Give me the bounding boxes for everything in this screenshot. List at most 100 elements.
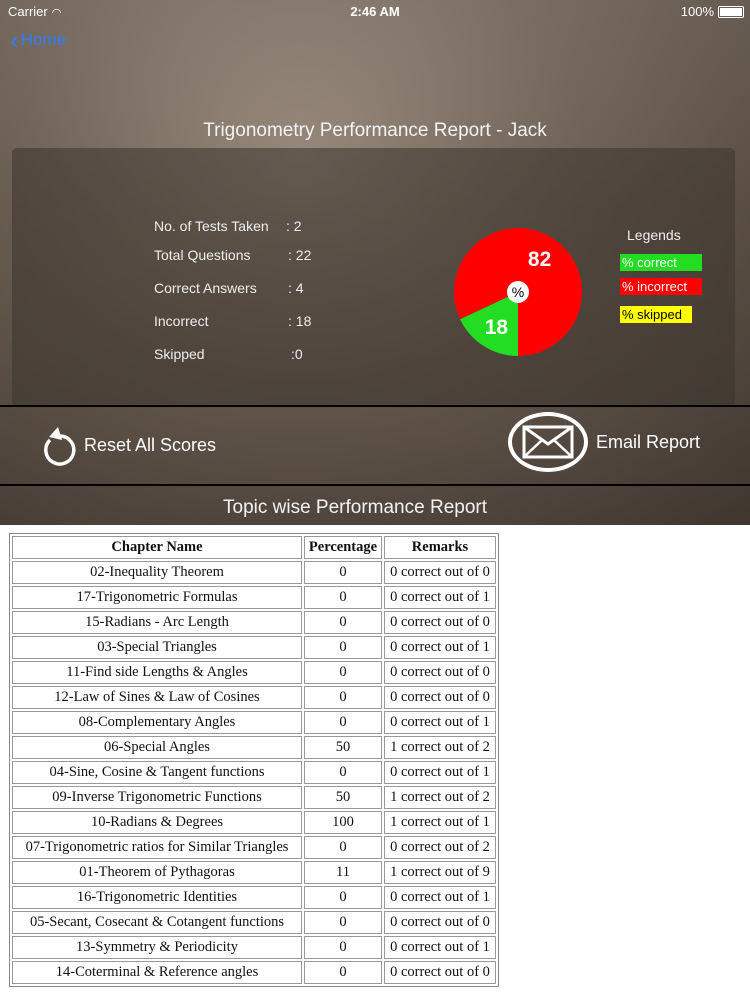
table-row: 17-Trigonometric Formulas 0 0 correct out …: [12, 586, 496, 609]
table-row: 08-Complementary Angles 0 0 correct out of…: [12, 711, 496, 734]
back-label: Home: [20, 30, 67, 49]
table-row: 14-Coterminal & Reference angles 0 0 corre…: [12, 961, 496, 984]
battery-percent: 100%: [680, 4, 714, 19]
chevron-left-icon: ‹: [10, 25, 19, 55]
cell-percentage: 50: [304, 736, 382, 759]
table-row: 16-Trigonometric Identities 0 0 correct ou…: [12, 886, 496, 909]
cell-remarks: 0 correct out of 0: [384, 911, 496, 934]
header-percentage: Percentage: [304, 536, 382, 559]
cell-remarks: 0 correct out of 0: [384, 961, 496, 984]
cell-percentage: 0: [304, 836, 382, 859]
stat-label: Correct Answers: [154, 280, 257, 296]
topic-performance-table: Chapter Name Percentage Remarks 02-Inequ…: [9, 533, 499, 987]
cell-remarks: 0 correct out of 1: [384, 711, 496, 734]
table-row: 15-Radians - Arc Length 0 0 correct out of…: [12, 611, 496, 634]
cell-percentage: 0: [304, 661, 382, 684]
cell-chapter-name: 13-Symmetry & Periodicity: [12, 936, 302, 959]
clock: 2:46 AM: [350, 4, 400, 19]
cell-chapter-name: 08-Complementary Angles: [12, 711, 302, 734]
cell-remarks: 0 correct out of 0: [384, 661, 496, 684]
cell-chapter-name: 16-Trigonometric Identities: [12, 886, 302, 909]
cell-percentage: 0: [304, 561, 382, 584]
table-row: 09-Inverse Trigonometric Functions 50 1 co…: [12, 786, 496, 809]
legend-correct: % correct: [620, 254, 702, 271]
cell-remarks: 1 correct out of 9: [384, 861, 496, 884]
battery-icon: [718, 5, 744, 18]
cell-remarks: 1 correct out of 2: [384, 736, 496, 759]
cell-remarks: 0 correct out of 1: [384, 936, 496, 959]
cell-chapter-name: 05-Secant, Cosecant & Cotangent function…: [12, 911, 302, 934]
table-row: 05-Secant, Cosecant & Cotangent function…: [12, 911, 496, 934]
cell-chapter-name: 07-Trigonometric ratios for Similar Tria…: [12, 836, 302, 859]
email-label: Email Report: [596, 431, 701, 452]
cell-percentage: 0: [304, 936, 382, 959]
table-row: 06-Special Angles 50 1 correct out of 2: [12, 736, 496, 759]
reset-icon: [44, 427, 76, 466]
reset-all-scores-button[interactable]: Reset All Scores: [40, 424, 216, 466]
status-bar: Carrier ◠ 2:46 AM 100%: [0, 0, 750, 22]
cell-percentage: 0: [304, 886, 382, 909]
cell-remarks: 0 correct out of 1: [384, 636, 496, 659]
stat-value: 18: [295, 313, 312, 329]
reset-label: Reset All Scores: [84, 434, 217, 455]
stat-label: Skipped: [154, 346, 205, 362]
table-row: 11-Find side Lengths & Angles 0 0 correct …: [12, 661, 496, 684]
cell-chapter-name: 11-Find side Lengths & Angles: [12, 661, 302, 684]
table-row: 10-Radians & Degrees 100 1 correct out of …: [12, 811, 496, 834]
cell-chapter-name: 14-Coterminal & Reference angles: [12, 961, 302, 984]
cell-chapter-name: 06-Special Angles: [12, 736, 302, 759]
stat-label: Incorrect: [154, 313, 209, 329]
table-header-row: Chapter Name Percentage Remarks: [12, 536, 496, 559]
stat-value: 2: [293, 218, 302, 234]
legend-incorrect: % incorrect: [620, 278, 702, 295]
stat-correct: Correct Answers: [154, 280, 257, 296]
cell-percentage: 0: [304, 761, 382, 784]
stat-total-questions: Total Questions: [154, 247, 251, 263]
cell-percentage: 0: [304, 711, 382, 734]
cell-percentage: 0: [304, 586, 382, 609]
cell-chapter-name: 09-Inverse Trigonometric Functions: [12, 786, 302, 809]
stat-tests-taken-value: : 2: [286, 218, 302, 234]
cell-chapter-name: 17-Trigonometric Formulas: [12, 586, 302, 609]
table-row: 03-Special Triangles 0 0 correct out of 1: [12, 636, 496, 659]
cell-percentage: 0: [304, 611, 382, 634]
page-title: Trigonometry Performance Report - Jack: [203, 120, 547, 141]
cell-chapter-name: 03-Special Triangles: [12, 636, 302, 659]
cell-remarks: 0 correct out of 0: [384, 561, 496, 584]
divider-top: [0, 405, 750, 407]
stat-label: No. of Tests Taken: [154, 218, 269, 234]
performance-pie-chart: 18 82%: [454, 228, 582, 356]
table-row: 13-Symmetry & Periodicity 0 0 correct out …: [12, 936, 496, 959]
cell-chapter-name: 04-Sine, Cosine & Tangent functions: [12, 761, 302, 784]
pie-value-label: 82: [528, 248, 551, 271]
pie-center-label: %: [512, 284, 524, 300]
stat-incorrect: Incorrect: [154, 313, 208, 329]
cell-chapter-name: 10-Radians & Degrees: [12, 811, 302, 834]
cell-remarks: 0 correct out of 1: [384, 761, 496, 784]
table-row: 04-Sine, Cosine & Tangent functions 0 0 co…: [12, 761, 496, 784]
battery-indicator: 100%: [681, 4, 744, 19]
cell-chapter-name: 12-Law of Sines & Law of Cosines: [12, 686, 302, 709]
header-chapter-name: Chapter Name: [12, 536, 302, 559]
stat-skipped-value: :0: [291, 346, 303, 362]
email-report-button[interactable]: Email Report: [508, 412, 700, 472]
cell-remarks: 1 correct out of 2: [384, 786, 496, 809]
cell-remarks: 1 correct out of 1: [384, 811, 496, 834]
cell-percentage: 0: [304, 686, 382, 709]
summary-card: [12, 148, 735, 406]
stat-label: Total Questions: [154, 247, 251, 263]
cell-percentage: 100: [304, 811, 382, 834]
back-button[interactable]: ‹ Home: [10, 25, 67, 55]
cell-percentage: 50: [304, 786, 382, 809]
table-row: 12-Law of Sines & Law of Cosines 0 0 corre…: [12, 686, 496, 709]
cell-chapter-name: 01-Theorem of Pythagoras: [12, 861, 302, 884]
stat-total-questions-value: : 22: [288, 247, 312, 263]
cell-remarks: 0 correct out of 0: [384, 611, 496, 634]
table-row: 02-Inequality Theorem 0 0 correct out of 0: [12, 561, 496, 584]
stat-skipped: Skipped: [154, 346, 205, 362]
table-row: 01-Theorem of Pythagoras 11 1 correct out …: [12, 861, 496, 884]
table-row: 07-Trigonometric ratios for Similar Tria…: [12, 836, 496, 859]
pie-value-label: 18: [485, 316, 509, 339]
stat-tests-taken: No. of Tests Taken: [154, 218, 269, 234]
cell-percentage: 11: [304, 861, 382, 884]
